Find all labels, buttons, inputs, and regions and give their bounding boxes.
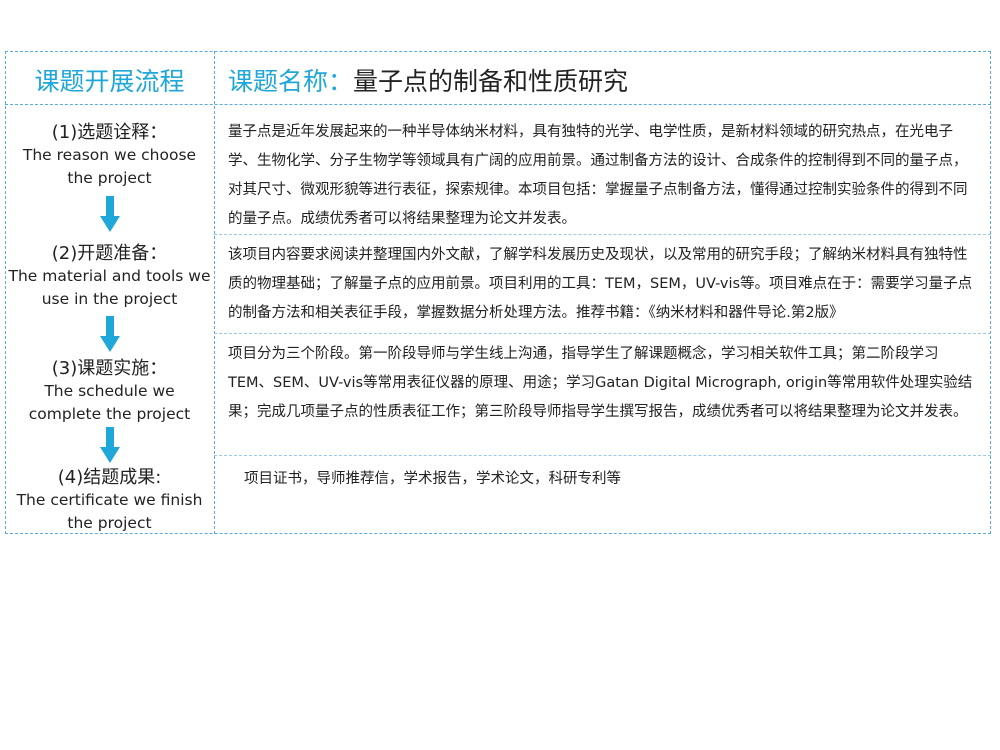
detail-reason: 量子点是近年发展起来的一种半导体纳米材料，具有独特的光学、电学性质，是新材料领域… [228,124,968,227]
step-title: (2)开题准备： [51,243,168,264]
process-column-header: 课题开展流程 [34,67,185,96]
detail-implementation: 项目分为三个阶段。第一阶段导师与学生线上沟通，指导学生了解课题概念，学习相关软件… [228,346,973,420]
step-subtitle: use in the project [41,290,178,308]
step-subtitle: the project [67,514,152,532]
detail-preparation: 该项目内容要求阅读并整理国内外文献，了解学科发展历史及现状，以及常用的研究手段；… [228,247,973,321]
step-subtitle: The material and tools we [8,267,211,285]
step-subtitle: The reason we choose [22,146,197,164]
step-subtitle: the project [67,169,152,187]
step-subtitle: The certificate we finish [16,491,203,509]
row-divider-3 [214,455,991,456]
arrow-down-icon [100,196,120,232]
step-title: (1)选题诠释： [51,122,168,143]
project-title: 课题名称： 量子点的制备和性质研究 [228,58,628,102]
detail-outcome: 项目证书，导师推荐信，学术报告，学术论文，科研专利等 [244,471,621,487]
step-4: (4)结题成果: The certificate we finish the p… [5,466,214,535]
row-divider-2 [214,333,991,334]
project-title-text: 量子点的制备和性质研究 [353,67,629,96]
arrow-down-icon [100,316,120,352]
project-title-label: 课题名称： [228,67,354,96]
row-divider-1 [214,234,991,235]
step-2: (2)开题准备： The material and tools we use i… [5,242,214,311]
step-1: (1)选题诠释： The reason we choose the projec… [5,121,214,190]
step-title: (3)课题实施： [51,358,168,379]
step-subtitle: The schedule we [44,382,175,400]
step-subtitle: complete the project [28,405,191,423]
step-3: (3)课题实施： The schedule we complete the pr… [5,357,214,426]
header-divider [5,104,991,105]
arrow-down-icon [100,427,120,463]
step-title: (4)结题成果: [57,467,162,488]
column-divider [214,51,215,534]
